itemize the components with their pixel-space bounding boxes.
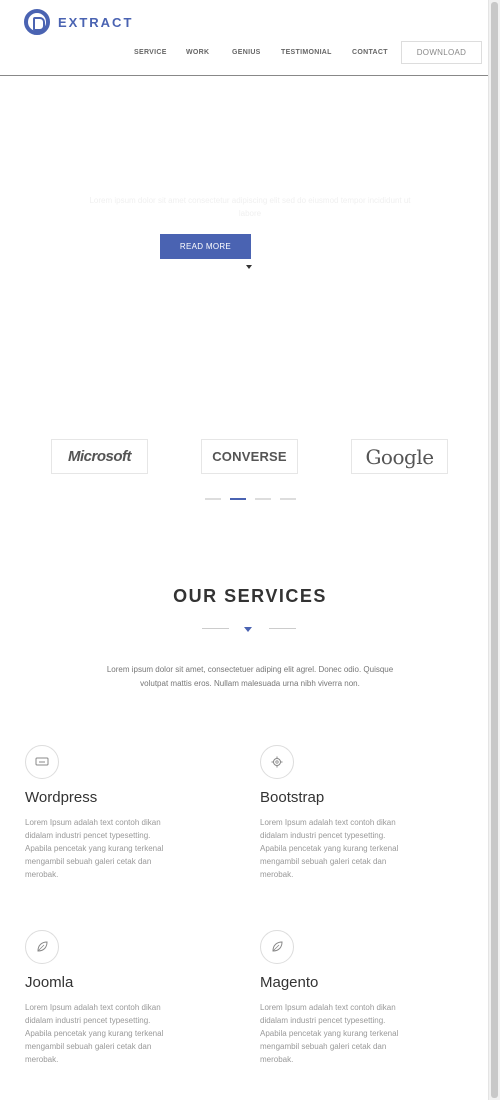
hero-text: Lorem ipsum dolor sit amet consectetur a… — [89, 196, 411, 218]
section-title: OUR SERVICES — [173, 586, 327, 606]
download-button[interactable]: DOWNLOAD — [401, 41, 482, 64]
carousel-dot[interactable] — [205, 498, 221, 500]
section-description: Lorem ipsum dolor sit amet, consectetuer… — [106, 665, 394, 688]
triangle-down-icon — [244, 627, 252, 632]
converse-logo: CONVERSE — [212, 449, 287, 464]
logo-text: EXTRACT — [58, 14, 134, 30]
client-logo-microsoft: Microsoft — [51, 439, 148, 474]
nav-item-contact[interactable]: CONTACT — [352, 49, 392, 56]
service-card-magento: Magento Lorem Ipsum adalah text contoh d… — [260, 930, 440, 1066]
scrollbar[interactable] — [488, 0, 500, 1100]
service-text: Lorem Ipsum adalah text contoh dikan did… — [260, 818, 399, 879]
service-card-bootstrap: Bootstrap Lorem Ipsum adalah text contoh… — [260, 745, 440, 881]
monitor-icon — [25, 745, 59, 779]
service-text: Lorem Ipsum adalah text contoh dikan did… — [25, 818, 164, 879]
service-name: Joomla — [25, 974, 74, 991]
site-header: EXTRACT SERVICE WORK GENIUS TESTIMONIAL … — [0, 0, 488, 76]
leaf-icon — [25, 930, 59, 964]
carousel-dot-active[interactable] — [230, 498, 246, 500]
service-name: Magento — [260, 974, 319, 991]
logo[interactable]: EXTRACT — [24, 9, 133, 35]
main-nav: SERVICE WORK GENIUS TESTIMONIAL CONTACT — [134, 49, 392, 56]
gear-icon — [260, 745, 294, 779]
google-logo: Google — [365, 444, 434, 469]
caret-down-icon — [246, 265, 252, 269]
nav-item-service[interactable]: SERVICE — [134, 49, 186, 56]
scrollbar-thumb[interactable] — [491, 2, 498, 1098]
client-logo-converse: CONVERSE — [201, 439, 298, 474]
nav-item-genius[interactable]: GENIUS — [232, 49, 281, 56]
service-text: Lorem Ipsum adalah text contoh dikan did… — [25, 1003, 164, 1064]
service-name: Bootstrap — [260, 789, 325, 806]
microsoft-logo: Microsoft — [68, 448, 132, 465]
nav-item-work[interactable]: WORK — [186, 49, 232, 56]
client-logo-google: Google — [351, 439, 448, 474]
service-card-wordpress: Wordpress Lorem Ipsum adalah text contoh… — [25, 745, 205, 881]
carousel-dot[interactable] — [280, 498, 296, 500]
leaf-icon — [260, 930, 294, 964]
service-card-joomla: Joomla Lorem Ipsum adalah text contoh di… — [25, 930, 205, 1066]
service-name: Wordpress — [25, 789, 98, 806]
section-divider — [202, 627, 296, 632]
nav-item-testimonial[interactable]: TESTIMONIAL — [281, 49, 352, 56]
read-more-button[interactable]: READ MORE — [160, 234, 251, 259]
logo-icon — [24, 9, 50, 35]
service-text: Lorem Ipsum adalah text contoh dikan did… — [260, 1003, 399, 1064]
carousel-pagination — [205, 498, 305, 500]
carousel-dot[interactable] — [255, 498, 271, 500]
